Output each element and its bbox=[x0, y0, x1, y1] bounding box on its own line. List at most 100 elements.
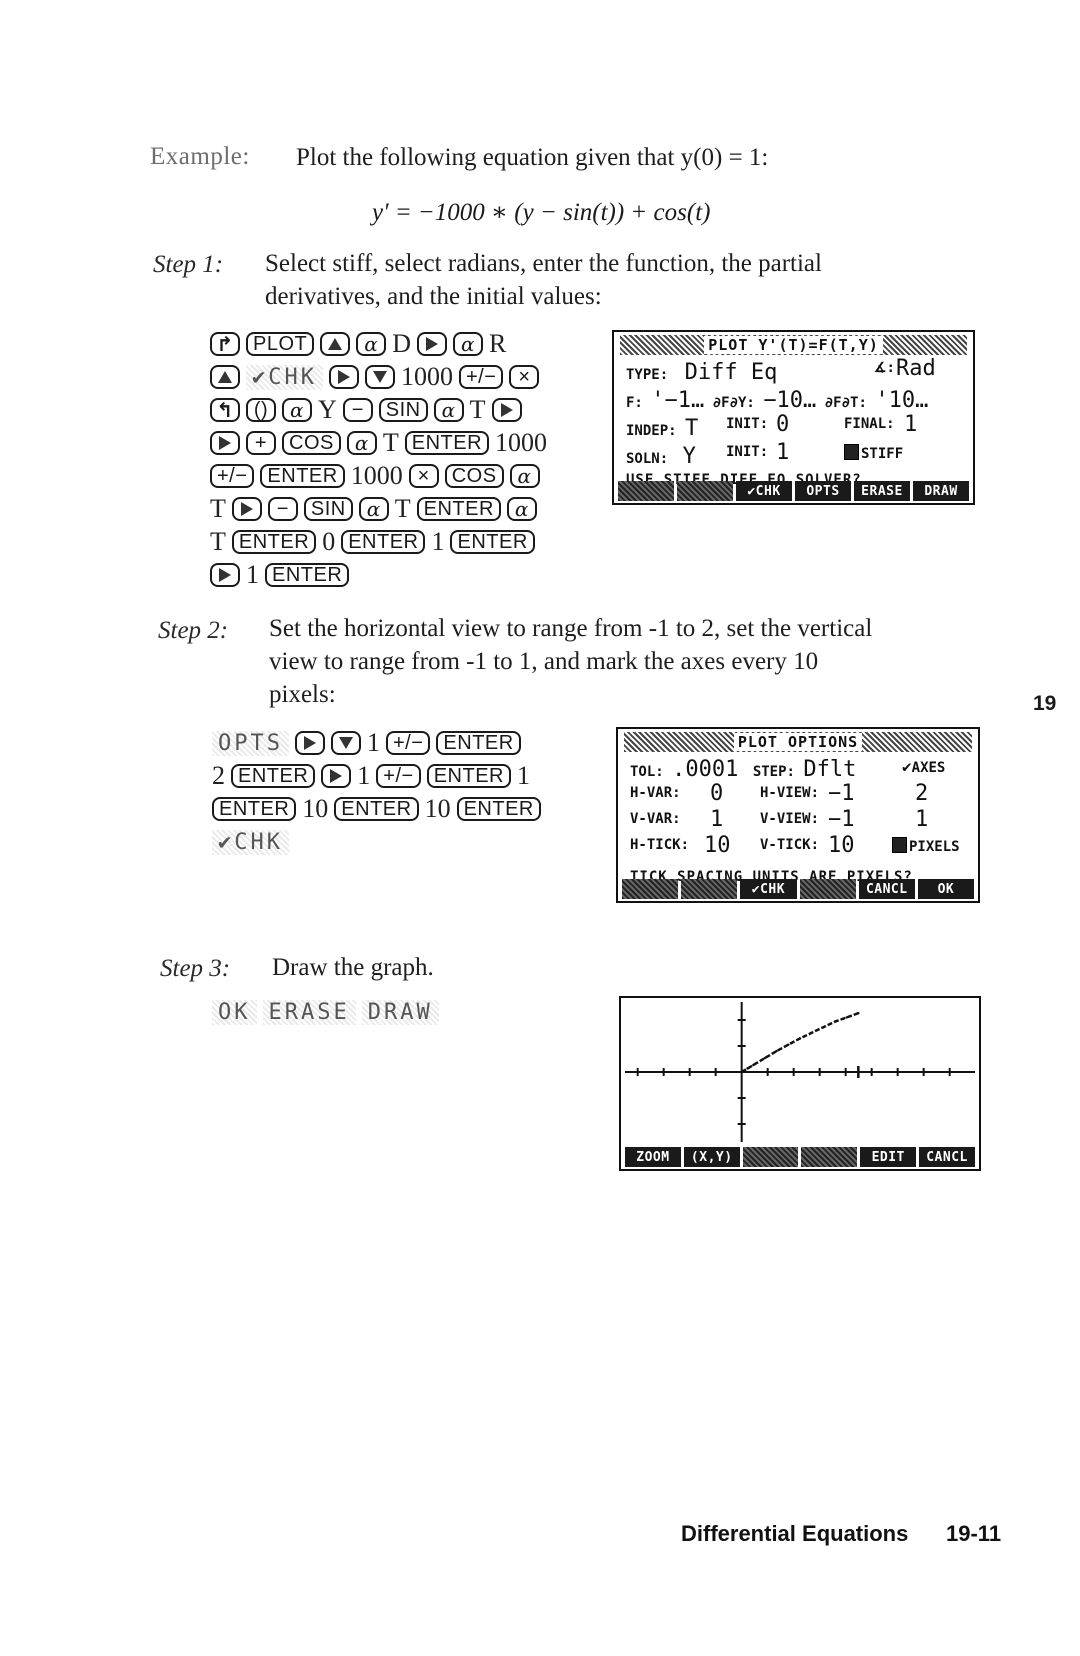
sin-key[interactable]: SIN bbox=[378, 398, 428, 422]
left-shift-key[interactable]: ↰ bbox=[210, 398, 240, 422]
vtick-field[interactable]: 10 bbox=[828, 833, 855, 858]
menu-key-zoom[interactable]: ZOOM bbox=[625, 1147, 681, 1167]
softkey-chk[interactable]: ✔CHK bbox=[246, 364, 323, 390]
htick-field[interactable]: 10 bbox=[704, 833, 731, 858]
down-arrow-key[interactable] bbox=[364, 365, 395, 389]
enter-key[interactable]: ENTER bbox=[436, 731, 521, 755]
right-arrow-key[interactable] bbox=[231, 497, 262, 521]
vview-min-field[interactable]: −1 bbox=[828, 807, 855, 832]
enter-key[interactable]: ENTER bbox=[416, 497, 501, 521]
init-t-field[interactable]: 0 bbox=[776, 412, 789, 437]
up-arrow-key[interactable] bbox=[210, 365, 240, 389]
menu-key-ok[interactable]: OK bbox=[917, 879, 975, 899]
final-field[interactable]: 1 bbox=[904, 412, 917, 437]
alpha-key[interactable]: α bbox=[356, 332, 387, 356]
dfdt-field[interactable]: '10… bbox=[875, 388, 928, 413]
enter-key[interactable]: ENTER bbox=[260, 464, 345, 488]
init-y-field[interactable]: 1 bbox=[776, 440, 789, 465]
enter-key[interactable]: ENTER bbox=[334, 797, 419, 821]
sym-key[interactable]: +/− bbox=[376, 764, 421, 788]
dfdy-field[interactable]: −10… bbox=[763, 388, 816, 413]
right-arrow-key[interactable] bbox=[294, 731, 325, 755]
right-arrow-key[interactable] bbox=[491, 398, 522, 422]
softkey-chk[interactable]: ✔CHK bbox=[212, 829, 289, 855]
vview-max-field[interactable]: 1 bbox=[915, 807, 928, 832]
right-arrow-key[interactable] bbox=[328, 365, 359, 389]
enter-key[interactable]: ENTER bbox=[404, 431, 490, 455]
axes-checkbox[interactable]: ✔AXES bbox=[902, 757, 945, 776]
menu-key-edit[interactable]: EDIT bbox=[860, 1147, 917, 1167]
menu-key-opts[interactable]: OPTS bbox=[795, 481, 851, 501]
enter-key[interactable]: ENTER bbox=[341, 530, 426, 554]
down-arrow-key[interactable] bbox=[330, 731, 361, 755]
alpha-key[interactable]: α bbox=[433, 398, 464, 422]
right-shift-key[interactable]: ↱ bbox=[210, 332, 240, 356]
enter-key[interactable]: ENTER bbox=[456, 797, 541, 821]
up-arrow-key[interactable] bbox=[320, 332, 351, 356]
soln-field[interactable]: Y bbox=[683, 444, 696, 469]
alpha-key[interactable]: α bbox=[453, 332, 484, 356]
cos-key[interactable]: COS bbox=[282, 431, 341, 455]
menu-key-draw[interactable]: DRAW bbox=[913, 481, 969, 501]
alpha-key[interactable]: α bbox=[282, 398, 312, 422]
hvar-field[interactable]: 0 bbox=[710, 781, 723, 806]
enter-key[interactable]: ENTER bbox=[265, 563, 350, 587]
tol-field[interactable]: .0001 bbox=[672, 757, 738, 782]
solution-curve bbox=[741, 1012, 859, 1074]
sym-key[interactable]: − bbox=[342, 398, 373, 422]
menu-key-erase[interactable]: ERASE bbox=[854, 481, 910, 501]
sym-key[interactable]: +/− bbox=[210, 464, 255, 488]
enter-key[interactable]: ENTER bbox=[450, 530, 535, 554]
angle-field[interactable]: Rad bbox=[896, 356, 936, 381]
right-arrow-key[interactable] bbox=[417, 332, 448, 356]
hview-min-field[interactable]: −1 bbox=[828, 781, 855, 806]
menu-key-4[interactable] bbox=[801, 1147, 858, 1167]
hview-max-field[interactable]: 2 bbox=[915, 781, 928, 806]
menu-key-chk[interactable]: ✔CHK bbox=[736, 481, 792, 501]
enter-key[interactable]: ENTER bbox=[231, 530, 317, 554]
softkey-draw[interactable]: DRAW bbox=[361, 1000, 439, 1025]
pixels-checkbox[interactable]: PIXELS bbox=[892, 837, 960, 855]
menu-key-chk[interactable]: ✔CHK bbox=[740, 879, 797, 899]
softkey-erase[interactable]: ERASE bbox=[262, 1000, 356, 1025]
alpha-key[interactable]: α bbox=[506, 497, 537, 521]
step-field[interactable]: Dflt bbox=[803, 757, 856, 782]
enter-key[interactable]: ENTER bbox=[212, 797, 297, 821]
menu-key-xy[interactable]: (X,Y) bbox=[683, 1147, 740, 1167]
sym-key[interactable]: − bbox=[267, 497, 298, 521]
menu-key-4[interactable] bbox=[799, 879, 856, 899]
sym-key[interactable]: +/− bbox=[385, 731, 431, 755]
typed-character: 1 bbox=[366, 728, 380, 757]
data-point bbox=[822, 1026, 825, 1029]
alpha-key[interactable]: α bbox=[346, 431, 377, 455]
right-arrow-key[interactable] bbox=[210, 431, 240, 455]
softkey-ok[interactable]: OK bbox=[212, 1000, 257, 1025]
stiff-checkbox[interactable]: STIFF bbox=[844, 444, 903, 462]
indep-field[interactable]: T bbox=[685, 416, 698, 441]
menu-key-1[interactable] bbox=[622, 879, 679, 899]
menu-key-cancel[interactable]: CANCL bbox=[858, 879, 915, 899]
right-arrow-key[interactable] bbox=[321, 764, 352, 788]
sym-key[interactable]: +/− bbox=[458, 365, 504, 389]
plot-key[interactable]: PLOT bbox=[246, 332, 315, 356]
sym-key[interactable]: × bbox=[408, 464, 439, 488]
softkey-opts[interactable]: OPTS bbox=[212, 730, 289, 756]
menu-key-2[interactable] bbox=[677, 481, 733, 501]
sym-key[interactable]: () bbox=[246, 398, 276, 422]
cos-key[interactable]: COS bbox=[444, 464, 504, 488]
sym-key[interactable]: × bbox=[509, 365, 540, 389]
menu-key-2[interactable] bbox=[681, 879, 738, 899]
sin-key[interactable]: SIN bbox=[303, 497, 353, 521]
enter-key[interactable]: ENTER bbox=[231, 764, 316, 788]
sym-key[interactable]: + bbox=[246, 431, 276, 455]
vvar-field[interactable]: 1 bbox=[710, 807, 723, 832]
right-arrow-key[interactable] bbox=[210, 563, 240, 587]
f-field[interactable]: '−1… bbox=[651, 388, 704, 413]
menu-key-cancel[interactable]: CANCL bbox=[919, 1147, 975, 1167]
alpha-key[interactable]: α bbox=[358, 497, 389, 521]
menu-key-1[interactable] bbox=[618, 481, 674, 501]
enter-key[interactable]: ENTER bbox=[426, 764, 512, 788]
type-field[interactable]: Diff Eq bbox=[685, 360, 778, 385]
menu-key-3[interactable] bbox=[742, 1147, 799, 1167]
alpha-key[interactable]: α bbox=[509, 464, 540, 488]
